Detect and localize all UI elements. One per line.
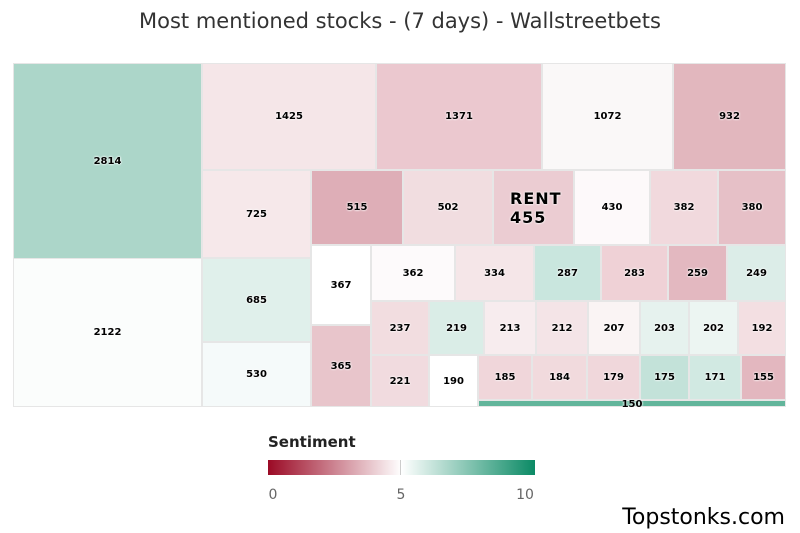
tile-value: 362 (402, 267, 424, 279)
legend-title: Sentiment (268, 433, 356, 451)
treemap-tile[interactable]: 2122 (13, 258, 202, 407)
tile-value: 179 (603, 372, 624, 383)
treemap-tile[interactable]: 1072 (542, 63, 673, 170)
tile-value: 221 (389, 375, 411, 387)
colorscale-tick: 5 (396, 487, 406, 503)
tile-value: 1371 (445, 111, 473, 122)
tile-value: 249 (746, 267, 767, 279)
treemap-tile[interactable]: RENT 455 (493, 170, 574, 245)
tile-value: 213 (499, 322, 521, 334)
treemap-tile[interactable]: 219 (429, 301, 484, 355)
tile-value: 334 (484, 267, 505, 279)
tile-value: 219 (446, 322, 467, 334)
treemap-tile[interactable]: 190 (429, 355, 478, 407)
tile-value: 685 (246, 294, 267, 306)
tile-value: 171 (704, 372, 726, 383)
tile-value: 430 (601, 202, 623, 213)
tile-ticker: RENT (510, 188, 562, 208)
treemap-tile[interactable]: 932 (673, 63, 786, 170)
treemap-tile[interactable]: 179 (587, 355, 640, 400)
treemap-tile[interactable]: 184 (532, 355, 587, 400)
tile-value: 1425 (275, 111, 303, 122)
treemap-tile[interactable]: 259 (668, 245, 727, 301)
treemap-tile[interactable]: 185 (478, 355, 532, 400)
treemap-tile[interactable]: 362 (371, 245, 455, 301)
tile-value: 155 (753, 372, 774, 383)
tile-value: 932 (719, 111, 740, 122)
tile-value: 283 (624, 267, 645, 279)
treemap-tile[interactable]: 192 (738, 301, 786, 355)
treemap-tile[interactable]: 367 (311, 245, 371, 325)
treemap-tile[interactable]: 430 (574, 170, 650, 245)
treemap-tile[interactable]: 1425 (202, 63, 376, 170)
tile-value: 382 (673, 202, 695, 213)
tile-value: 1072 (593, 111, 622, 122)
treemap-tile[interactable]: 502 (403, 170, 493, 245)
tile-value: 2122 (93, 327, 122, 338)
treemap-tile[interactable]: 171 (689, 355, 741, 400)
tile-value: 192 (751, 322, 773, 334)
treemap-tile[interactable]: 150 (478, 399, 786, 410)
treemap-tile[interactable]: 212 (536, 301, 588, 355)
tile-value: 184 (549, 372, 570, 383)
colorscale-tick: 10 (516, 487, 534, 503)
treemap-tile[interactable]: 380 (718, 170, 786, 245)
tile-value: 2814 (93, 155, 122, 167)
treemap-tile[interactable]: 237 (371, 301, 429, 355)
tile-value: 515 (346, 202, 368, 213)
treemap-tile[interactable]: 213 (484, 301, 536, 355)
tile-value: 212 (551, 322, 573, 334)
tile-value: 185 (494, 372, 516, 383)
tile-value: 202 (703, 322, 724, 334)
treemap-tile[interactable]: 685 (202, 258, 311, 342)
treemap-tile[interactable]: 365 (311, 325, 371, 407)
treemap-tile[interactable]: 287 (534, 245, 601, 301)
tile-value: 207 (603, 322, 625, 334)
credit-watermark: Topstonks.com (622, 505, 785, 530)
treemap-tile[interactable]: 221 (371, 355, 429, 407)
tile-value: 455 (510, 207, 547, 227)
treemap-tile[interactable]: 334 (455, 245, 534, 301)
treemap-tile[interactable]: 530 (202, 342, 311, 407)
treemap-tile[interactable]: 175 (640, 355, 689, 400)
treemap-tile[interactable]: 2814 (13, 63, 202, 259)
colorscale-tick: 0 (268, 487, 278, 503)
tile-value: 287 (557, 267, 578, 279)
treemap-tile[interactable]: 725 (202, 170, 311, 258)
treemap-tile[interactable]: 1371 (376, 63, 542, 170)
treemap-tile[interactable]: 202 (689, 301, 738, 355)
treemap-tile[interactable]: 382 (650, 170, 718, 245)
tile-value: 175 (654, 372, 675, 383)
tile-value: 237 (389, 322, 411, 334)
tile-value: 203 (654, 322, 675, 334)
colorscale-midline (400, 460, 401, 475)
tile-value: 725 (246, 208, 267, 220)
tile-value: 380 (741, 202, 763, 213)
treemap-tile[interactable]: 283 (601, 245, 668, 301)
treemap-tile[interactable]: 515 (311, 170, 403, 245)
tile-value: 367 (330, 279, 352, 291)
tile-value: 190 (443, 375, 464, 387)
tile-value: 259 (687, 267, 708, 279)
treemap-tile[interactable]: 207 (588, 301, 640, 355)
tile-value: 365 (330, 360, 352, 372)
treemap-tile[interactable]: 203 (640, 301, 689, 355)
colorscale-bar (268, 460, 535, 475)
tile-value: 502 (437, 202, 459, 213)
tile-value: 530 (246, 369, 267, 380)
tile-value: 150 (621, 399, 643, 410)
treemap: 2814 2122 1425 1371 1072 932 725 515 502 RENT 455 4… (0, 0, 800, 533)
treemap-tile[interactable]: 249 (727, 245, 786, 301)
treemap-tile[interactable]: 155 (741, 355, 786, 400)
